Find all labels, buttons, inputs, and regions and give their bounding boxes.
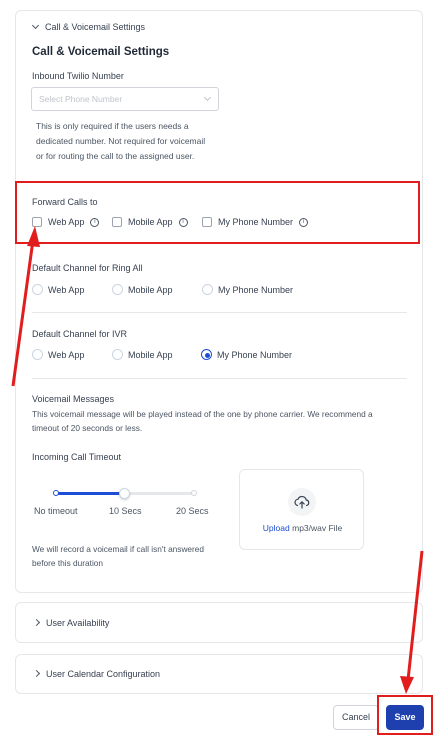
divider: [32, 378, 407, 379]
slider-handle[interactable]: [119, 488, 130, 499]
timeout-slider[interactable]: [50, 487, 200, 501]
section-collapse-toggle[interactable]: Call & Voicemail Settings: [31, 20, 146, 34]
upload-cloud-icon: [288, 488, 316, 516]
inbound-number-help: This is only required if the users needs…: [36, 121, 206, 161]
user-calendar-section[interactable]: User Calendar Configuration: [15, 654, 423, 694]
ring-all-radio[interactable]: [202, 284, 213, 295]
ring-all-option-mobile-app[interactable]: Mobile App: [112, 284, 173, 295]
chevron-down-icon: [31, 21, 40, 30]
ivr-option-web-app[interactable]: Web App: [32, 349, 84, 360]
ivr-radio-selected[interactable]: [201, 349, 212, 360]
ivr-option-mobile-app[interactable]: Mobile App: [112, 349, 173, 360]
annotation-highlight-box: [15, 181, 420, 244]
section-heading: Call & Voicemail Settings: [32, 46, 170, 58]
voicemail-description: This voicemail message will be played in…: [32, 409, 373, 433]
ivr-label: Default Channel for IVR: [32, 329, 128, 339]
ivr-radio[interactable]: [112, 349, 123, 360]
slider-tick: [53, 490, 59, 496]
chevron-right-icon: [32, 618, 41, 627]
user-availability-title: User Availability: [46, 618, 110, 628]
ring-all-option-my-phone[interactable]: My Phone Number: [202, 284, 293, 295]
ivr-radio[interactable]: [32, 349, 43, 360]
voicemail-label: Voicemail Messages: [32, 394, 115, 404]
inbound-number-label: Inbound Twilio Number: [32, 71, 124, 81]
cancel-button[interactable]: Cancel: [333, 705, 379, 730]
user-calendar-title: User Calendar Configuration: [46, 669, 161, 679]
timeout-label: Incoming Call Timeout: [32, 452, 122, 462]
ivr-option-my-phone[interactable]: My Phone Number: [201, 349, 292, 360]
section-collapse-title: Call & Voicemail Settings: [45, 22, 146, 32]
user-availability-section[interactable]: User Availability: [15, 602, 423, 643]
inbound-number-placeholder: Select Phone Number: [39, 94, 123, 104]
upload-link[interactable]: Upload: [263, 523, 290, 533]
ring-all-option-web-app[interactable]: Web App: [32, 284, 84, 295]
ring-all-radio[interactable]: [112, 284, 123, 295]
chevron-right-icon: [32, 669, 41, 678]
upload-caption: Upload mp3/wav File: [262, 523, 343, 533]
slider-tick-label: No timeout: [34, 506, 78, 516]
chevron-down-icon: [203, 93, 212, 102]
timeout-note: We will record a voicemail if call isn't…: [32, 544, 205, 568]
inbound-number-select[interactable]: Select Phone Number: [31, 87, 219, 111]
save-button[interactable]: Save: [386, 705, 424, 730]
voicemail-upload-dropzone[interactable]: Upload mp3/wav File: [239, 469, 364, 550]
slider-fill: [56, 492, 126, 495]
slider-tick-label: 10 Secs: [109, 506, 142, 516]
slider-tick: [191, 490, 197, 496]
ring-all-radio[interactable]: [32, 284, 43, 295]
slider-tick-label: 20 Secs: [176, 506, 209, 516]
ring-all-label: Default Channel for Ring All: [32, 263, 143, 273]
divider: [32, 312, 407, 313]
